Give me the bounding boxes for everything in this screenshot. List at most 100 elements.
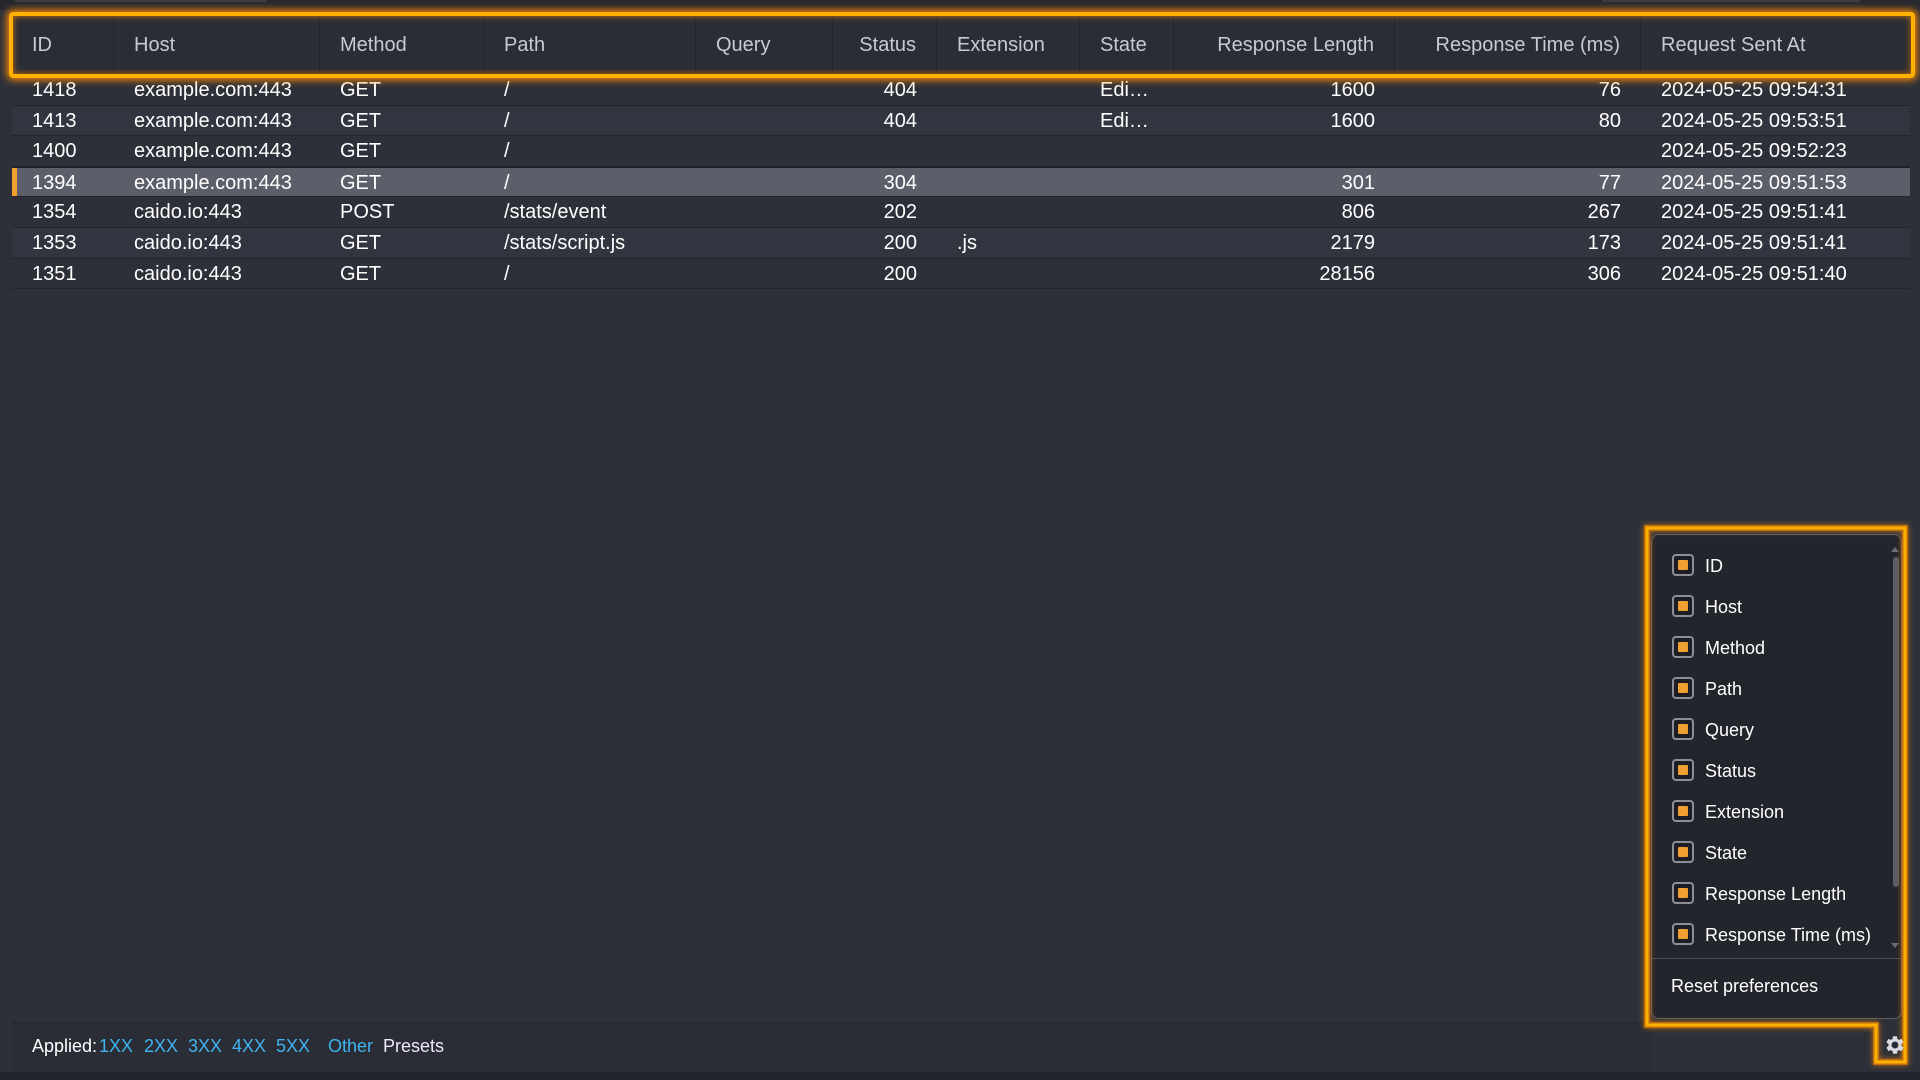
cell-extension: [937, 136, 1080, 166]
cell-path: /: [504, 109, 510, 132]
checkbox[interactable]: [1672, 677, 1694, 699]
cell-response-time: 76: [1598, 79, 1621, 101]
scroll-down-arrow-icon[interactable]: [1891, 943, 1899, 948]
checkbox[interactable]: [1672, 554, 1694, 576]
cell-host: example.com:443: [134, 79, 292, 101]
cell-state: [1080, 197, 1174, 227]
scroll-up-arrow-icon[interactable]: [1891, 547, 1899, 552]
filter-3xx[interactable]: 3XX: [188, 1023, 222, 1069]
column-toggle-label: Method: [1705, 638, 1766, 658]
filter-5xx[interactable]: 5XX: [276, 1023, 310, 1069]
cell-id: 1351: [32, 262, 77, 285]
column-header-host[interactable]: Host: [114, 14, 320, 72]
column-toggle-label: Host: [1705, 597, 1743, 617]
column-header-query[interactable]: Query: [696, 14, 833, 72]
cell-path: /: [504, 79, 510, 101]
column-header-sent-at[interactable]: Request Sent At: [1641, 14, 1910, 72]
cell-response-length: 1600: [1330, 109, 1376, 132]
column-header-response-time[interactable]: Response Time (ms): [1395, 14, 1641, 72]
checkbox[interactable]: [1672, 800, 1694, 822]
cell-host: caido.io:443: [134, 201, 242, 224]
cell-state: Edi…: [1100, 79, 1149, 101]
filter-1xx[interactable]: 1XX: [99, 1023, 133, 1069]
checkbox[interactable]: [1672, 923, 1694, 945]
column-visibility-menu: ID Host Method Path Query Status Extension Stat…: [1651, 534, 1902, 1019]
cell-sent-at: 2024-05-25 09:52:23: [1661, 140, 1847, 163]
checkbox[interactable]: [1672, 759, 1694, 781]
cell-method: GET: [340, 79, 382, 101]
cell-sent-at: 2024-05-25 09:51:41: [1661, 231, 1847, 254]
column-header-id[interactable]: ID: [12, 14, 114, 72]
menu-scrollbar-thumb[interactable]: [1893, 557, 1899, 887]
filter-4xx[interactable]: 4XX: [232, 1023, 266, 1069]
cell-method: GET: [340, 231, 382, 254]
applied-label: Applied:: [32, 1036, 98, 1056]
cell-response-time: 306: [1587, 262, 1621, 285]
cell-method: GET: [340, 109, 382, 132]
cell-response-time: 80: [1598, 109, 1621, 132]
column-toggle-label: Response Length: [1705, 884, 1847, 904]
cell-response-length: 301: [1341, 171, 1375, 194]
table-row-selected[interactable]: 1394 example.com:443 GET / 304 301 77 2024-05-2…: [12, 166, 1910, 198]
table-row[interactable]: 1413 example.com:443 GET / 404 Edi… 1600 80 2024…: [12, 105, 1910, 137]
checkbox[interactable]: [1672, 841, 1694, 863]
filter-2xx[interactable]: 2XX: [144, 1023, 178, 1069]
cell-status: 200: [883, 262, 917, 285]
cell-sent-at: 2024-05-25 09:51:41: [1661, 201, 1847, 224]
cell-response-time: 267: [1587, 201, 1621, 224]
column-header-method[interactable]: Method: [320, 14, 484, 72]
column-toggle-label: Query: [1705, 720, 1755, 740]
column-header-status[interactable]: Status: [833, 14, 937, 72]
cell-extension: [937, 197, 1080, 227]
menu-divider: [1652, 958, 1901, 959]
checkbox[interactable]: [1672, 718, 1694, 740]
cell-response-length: 28156: [1319, 262, 1375, 285]
cell-host: example.com:443: [134, 140, 292, 163]
cell-status: 304: [883, 171, 917, 194]
column-header-extension[interactable]: Extension: [937, 14, 1080, 72]
filter-other[interactable]: Other: [328, 1023, 373, 1069]
column-toggle-label: Response Time (ms): [1705, 925, 1872, 945]
cell-sent-at: 2024-05-25 09:54:31: [1661, 79, 1847, 101]
column-toggle-label: State: [1705, 843, 1748, 863]
cell-query: [696, 75, 833, 105]
column-header-path[interactable]: Path: [484, 14, 696, 72]
cell-id: 1353: [32, 231, 77, 254]
table-row[interactable]: 1418 example.com:443 GET / 404 Edi… 1600 76 2024…: [12, 75, 1910, 106]
table-row[interactable]: 1400 example.com:443 GET / 2024-05-25 09:52:…: [12, 136, 1910, 167]
cell-method: GET: [340, 262, 382, 285]
column-toggle-label: ID: [1705, 556, 1723, 576]
cell-sent-at: 2024-05-25 09:51:53: [1661, 171, 1847, 194]
column-toggle-list: ID Host Method Path Query Status Extension Stat…: [1652, 535, 1892, 945]
cell-method: GET: [340, 171, 382, 194]
top-strip: [0, 0, 1920, 10]
cell-id: 1354: [32, 201, 77, 224]
presets-button[interactable]: Presets: [383, 1023, 444, 1069]
gear-icon[interactable]: [1882, 1033, 1906, 1057]
cell-query: [696, 136, 833, 166]
checkbox[interactable]: [1672, 636, 1694, 658]
cell-query: [696, 168, 833, 198]
cell-extension: [937, 75, 1080, 105]
column-header-response-length[interactable]: Response Length: [1174, 14, 1395, 72]
cell-status: 200: [883, 231, 917, 254]
column-toggle-label: Status: [1705, 761, 1757, 781]
checkbox[interactable]: [1672, 595, 1694, 617]
reset-preferences-button[interactable]: Reset preferences: [1671, 971, 1818, 1001]
cell-host: example.com:443: [134, 171, 292, 194]
cell-status: 404: [883, 109, 917, 132]
checkbox[interactable]: [1672, 882, 1694, 904]
column-toggle-label: Extension: [1705, 802, 1785, 822]
column-header-state[interactable]: State: [1080, 14, 1174, 72]
table-row[interactable]: 1351 caido.io:443 GET / 200 28156 306 2024-05-2…: [12, 258, 1910, 290]
cell-response-length: 2179: [1330, 231, 1376, 254]
cell-state: [1080, 168, 1174, 198]
table-row[interactable]: 1354 caido.io:443 POST/stats/event 202 806 26…: [12, 197, 1910, 228]
cell-query: [696, 259, 833, 289]
top-control-edge-right: [1602, 0, 1860, 2]
cell-sent-at: 2024-05-25 09:53:51: [1661, 109, 1847, 132]
cell-extension: .js: [957, 231, 977, 254]
table-row[interactable]: 1353 caido.io:443 GET/stats/script.js 200 .j…: [12, 227, 1910, 259]
cell-path: /stats/script.js: [504, 231, 626, 254]
cell-state: [1080, 228, 1174, 258]
